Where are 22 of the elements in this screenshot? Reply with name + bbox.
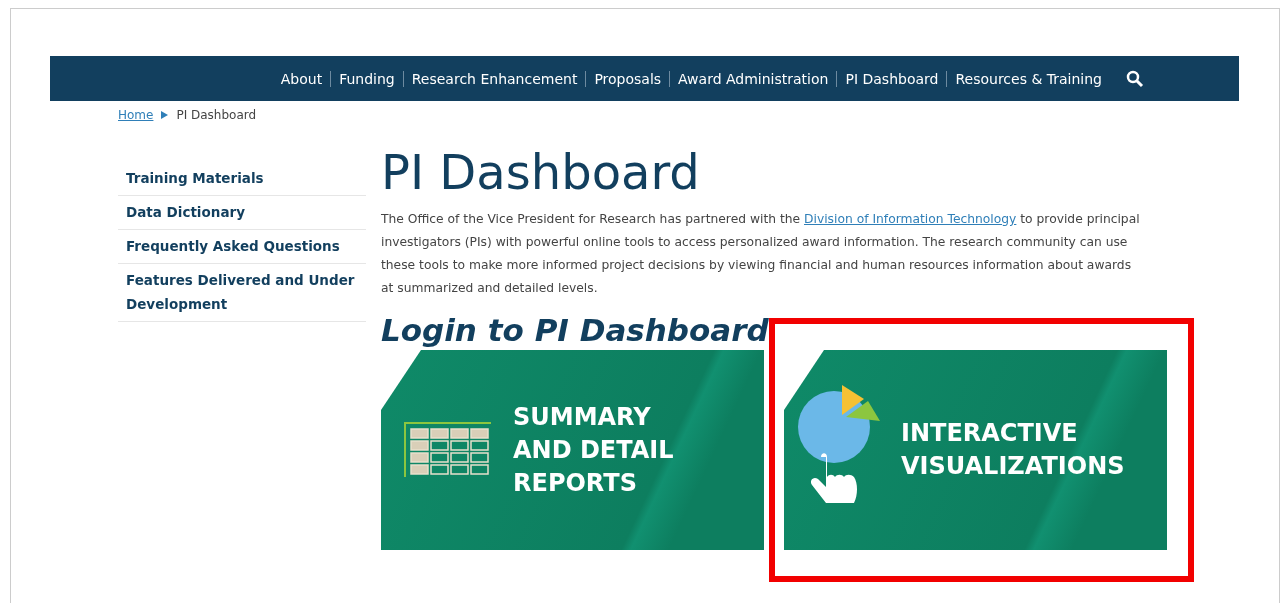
breadcrumb-link[interactable]: Home <box>118 108 154 122</box>
page-title: PI Dashboard <box>381 144 701 200</box>
nav-link[interactable]: Funding <box>339 70 395 87</box>
sidebar-link[interactable]: Features Delivered and Under Development <box>118 264 366 322</box>
dashboard-tile[interactable]: SUMMARY AND DETAIL REPORTS <box>381 350 764 550</box>
sidebar-link[interactable]: Data Dictionary <box>118 196 366 230</box>
sidebar-link[interactable]: Training Materials <box>118 162 366 196</box>
nav-link[interactable]: PI Dashboard <box>845 70 939 87</box>
search-icon[interactable] <box>1126 69 1144 88</box>
chevron-icon <box>161 111 169 119</box>
intro-paragraph: The Office of the Vice President for Research has partnered with the Division of Information Technology to provide principal investigators (PIs) with powerful online tools to access personalized award information. The research community can use these tools to make more informed project decisions by viewing financial and human resources information about awards at summarized and detailed levels. <box>381 211 1141 297</box>
table-icon <box>403 421 493 479</box>
nav-link[interactable]: Award Administration <box>678 70 829 87</box>
breadcrumb-current: PI Dashboard <box>176 108 257 122</box>
nav-link[interactable]: About <box>280 70 323 87</box>
nav-link[interactable]: Resources & Training <box>955 70 1102 87</box>
division-link[interactable]: Division of Information Technology <box>804 212 1017 226</box>
nav-link[interactable]: Proposals <box>594 70 662 87</box>
login-heading: Login to PI Dashboard <box>381 311 770 350</box>
nav-link[interactable]: Research Enhancement <box>411 70 578 87</box>
sidebar-link[interactable]: Frequently Asked Questions <box>118 230 366 264</box>
dashboard-tile[interactable]: INTERACTIVE VISUALIZATIONS <box>784 350 1167 550</box>
